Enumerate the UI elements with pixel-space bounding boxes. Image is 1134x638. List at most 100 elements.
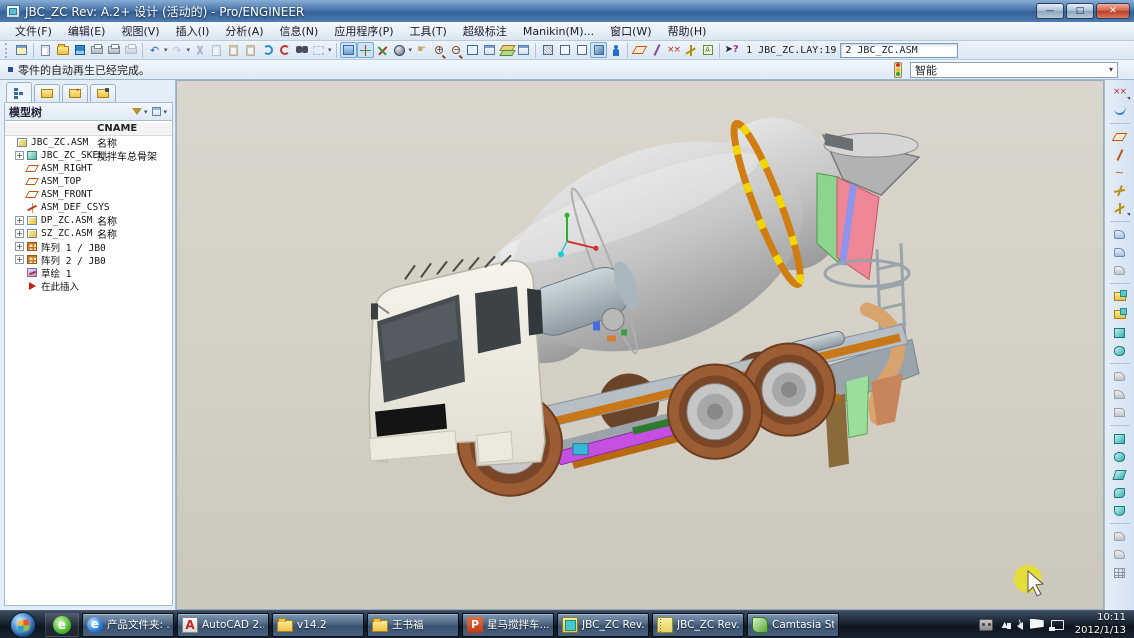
taskbar-item-camtasia[interactable]: Camtasia St... [747, 613, 839, 637]
menu-file[interactable]: 文件(F) [8, 22, 59, 40]
shrinkwrap-icon[interactable] [1110, 244, 1130, 261]
action-center-flag-icon[interactable] [1030, 619, 1044, 631]
no-hidden-icon[interactable] [573, 42, 590, 58]
menu-super-annotation[interactable]: 超级标注 [456, 22, 514, 40]
menu-manikin[interactable]: Manikin(M)... [516, 24, 601, 39]
pattern-disabled-icon[interactable] [1110, 546, 1130, 563]
datum-axis-icon[interactable] [1110, 146, 1130, 163]
shell-icon[interactable] [1110, 368, 1130, 385]
refit-icon[interactable] [464, 42, 481, 58]
merge-inheritance-icon[interactable] [1110, 262, 1130, 279]
shade-icon[interactable] [391, 42, 408, 58]
tree-row[interactable]: ASM_DEF_CSYS [5, 201, 172, 214]
tree-row[interactable]: ASM_TOP [5, 175, 172, 188]
menu-help[interactable]: 帮助(H) [661, 22, 714, 40]
wireframe-icon[interactable] [539, 42, 556, 58]
regen-status-traffic-light-icon[interactable] [894, 62, 902, 78]
assemble-component-icon[interactable] [1110, 306, 1130, 323]
revolve-icon[interactable] [1110, 448, 1130, 465]
undo-icon[interactable]: ↶ [146, 42, 163, 58]
tree-filters-button[interactable]: ▾ [132, 108, 149, 116]
recorder-icon[interactable] [979, 619, 993, 631]
taskbar-item-powerpoint[interactable]: 星马搅拌车... [462, 613, 554, 637]
browser-quicklaunch[interactable]: e [45, 613, 79, 637]
extrude-icon[interactable] [1110, 430, 1130, 447]
menu-insert[interactable]: 插入(I) [169, 22, 217, 40]
close-button[interactable]: ✕ [1096, 3, 1130, 19]
datum-plane-toggle-icon[interactable] [631, 42, 648, 58]
datum-axis-toggle-icon[interactable] [648, 42, 665, 58]
reorient-icon[interactable] [374, 42, 391, 58]
cut-icon[interactable] [191, 42, 208, 58]
taskbar-item-product-folder[interactable]: 产品文件夹: ... [82, 613, 174, 637]
mirror-icon[interactable] [1110, 528, 1130, 545]
taskbar-item-autocad[interactable]: AutoCAD 2... [177, 613, 269, 637]
paste-special-icon[interactable] [242, 42, 259, 58]
tree-row[interactable]: + JBC_ZC_SKEL. 搅拌车总骨架 [5, 149, 172, 162]
new-file-icon[interactable] [37, 42, 54, 58]
minimize-button[interactable]: — [1036, 3, 1064, 19]
tree-row-insert-here[interactable]: 在此插入 [5, 279, 172, 292]
print-icon[interactable] [88, 42, 105, 58]
sweep-icon[interactable] [1110, 466, 1130, 483]
3d-viewport[interactable] [176, 80, 1104, 610]
datum-plane-icon[interactable] [1110, 128, 1130, 145]
blend-icon[interactable] [1110, 484, 1130, 501]
start-button[interactable] [10, 612, 36, 638]
round-icon[interactable] [1110, 386, 1130, 403]
datum-curve-icon[interactable]: ∼ [1110, 164, 1130, 181]
select-box-icon[interactable] [310, 42, 327, 58]
menu-applications[interactable]: 应用程序(P) [327, 22, 400, 40]
model-tree-tab[interactable] [6, 82, 32, 102]
annotation-toggle-icon[interactable]: A [699, 42, 716, 58]
maximize-button[interactable]: □ [1066, 3, 1094, 19]
pattern-table-icon[interactable] [1110, 564, 1130, 581]
menu-tools[interactable]: 工具(T) [403, 22, 454, 40]
saved-views-icon[interactable] [481, 42, 498, 58]
tree-row[interactable]: + 阵列 1 / JB0 [5, 240, 172, 253]
boundary-blend-icon[interactable] [1110, 502, 1130, 519]
favorites-tab[interactable] [62, 84, 88, 102]
save-icon[interactable] [71, 42, 88, 58]
open-file-icon[interactable] [54, 42, 71, 58]
tree-row[interactable]: + 阵列 2 / JB0 [5, 253, 172, 266]
redo-icon[interactable]: ↷ [169, 42, 186, 58]
tree-row[interactable]: 草绘 1 [5, 266, 172, 279]
create-component-icon[interactable] [1110, 288, 1130, 305]
toolbar-grip[interactable] [5, 43, 10, 58]
taskbar-item-folder-name[interactable]: 王书福 [367, 613, 459, 637]
cname-column-header[interactable]: CNAME [97, 123, 137, 134]
paste-icon[interactable] [225, 42, 242, 58]
plot-icon[interactable] [122, 42, 139, 58]
tree-row[interactable]: + DP_ZC.ASM 名称 [5, 214, 172, 227]
person-view-icon[interactable] [607, 42, 624, 58]
menu-view[interactable]: 视图(V) [114, 22, 166, 40]
menu-analysis[interactable]: 分析(A) [218, 22, 270, 40]
taskbar-item-folder-v142[interactable]: v14.2 [272, 613, 364, 637]
connections-tab[interactable] [90, 84, 116, 102]
find-icon[interactable] [293, 42, 310, 58]
navigator-toggle-icon[interactable] [13, 42, 30, 58]
pointer-icon[interactable]: ☛ [413, 42, 430, 58]
tree-row[interactable]: ASM_FRONT [5, 188, 172, 201]
update-icon[interactable] [276, 42, 293, 58]
shaded-icon[interactable] [590, 42, 607, 58]
sketch-tool-icon[interactable] [1110, 102, 1130, 119]
folder-browser-tab[interactable] [34, 84, 60, 102]
csys-toggle-icon[interactable] [682, 42, 699, 58]
menu-window[interactable]: 窗口(W) [603, 22, 658, 40]
repaint-icon[interactable] [340, 42, 357, 58]
chamfer-icon[interactable] [1110, 404, 1130, 421]
regenerate-icon[interactable] [259, 42, 276, 58]
selection-filter-dropdown[interactable]: 智能 ▾ [910, 62, 1118, 78]
datum-csys-icon[interactable] [1110, 200, 1130, 217]
menu-edit[interactable]: 编辑(E) [61, 22, 113, 40]
view-manager-icon[interactable] [515, 42, 532, 58]
selection-help-icon[interactable]: ➤? [723, 42, 740, 58]
tree-row[interactable]: ASM_RIGHT [5, 162, 172, 175]
menu-info[interactable]: 信息(N) [273, 22, 326, 40]
copy-icon[interactable] [208, 42, 225, 58]
taskbar-item-notebook[interactable]: JBC_ZC Rev... [652, 613, 744, 637]
tree-settings-button[interactable]: ▾ [152, 107, 168, 116]
datum-point-flyout-icon[interactable]: ×× [1110, 84, 1130, 101]
